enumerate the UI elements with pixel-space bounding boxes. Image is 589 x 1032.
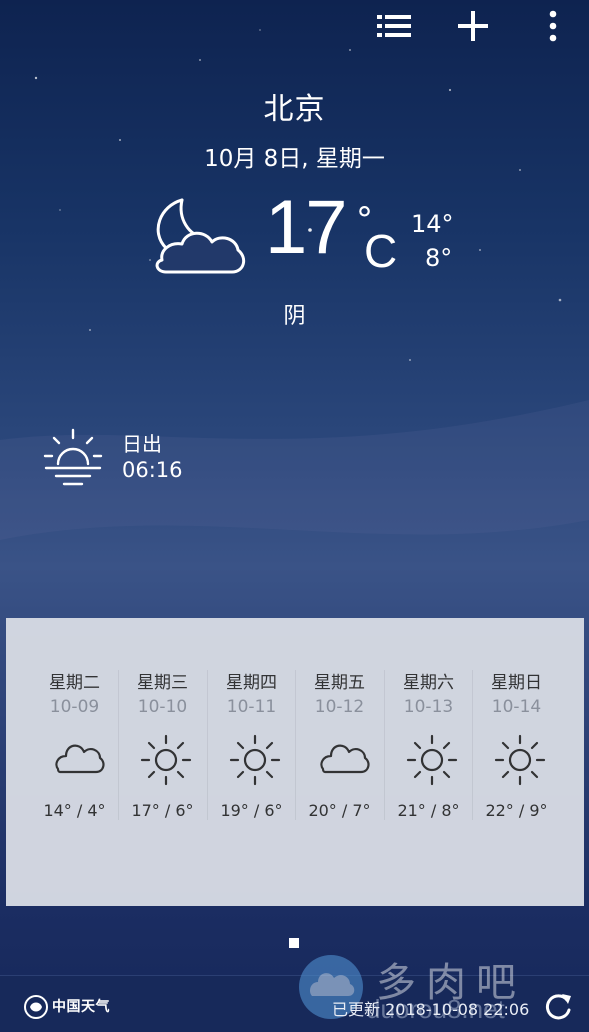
forecast-date: 10-10 xyxy=(137,697,188,717)
forecast-temps: 19° / 6° xyxy=(220,801,283,820)
weather-condition: 阴 xyxy=(283,304,306,329)
sun-icon xyxy=(406,734,458,786)
forecast-weekday: 星期六 xyxy=(403,673,454,693)
sun-icon xyxy=(494,734,546,786)
plus-icon[interactable] xyxy=(455,10,491,42)
forecast-day[interactable]: 星期三 10-10 17° / 6° xyxy=(118,618,207,906)
temperature-unit: C xyxy=(364,225,398,277)
cloud-icon xyxy=(320,744,370,774)
list-icon[interactable] xyxy=(376,10,412,42)
forecast-date: 10-09 xyxy=(49,697,100,717)
forecast-temps: 22° / 9° xyxy=(485,801,548,820)
forecast-date: 10-12 xyxy=(314,697,365,717)
sun-icon xyxy=(140,734,192,786)
sunrise-time: 06:16 xyxy=(122,458,183,482)
forecast-day[interactable]: 星期六 10-13 21° / 8° xyxy=(384,618,473,906)
today-high-temp: 14° xyxy=(411,210,454,238)
refresh-icon[interactable] xyxy=(540,990,574,1024)
forecast-day[interactable]: 星期四 10-11 19° / 6° xyxy=(207,618,296,906)
last-updated-text: 已更新 2018-10-08 22:06 xyxy=(332,1000,530,1019)
forecast-date: 10-14 xyxy=(491,697,542,717)
current-date: 10月 8日, 星期一 xyxy=(204,146,385,172)
china-weather-logo-text: 中国天气 xyxy=(52,999,110,1015)
forecast-date: 10-13 xyxy=(403,697,454,717)
forecast-weekday: 星期三 xyxy=(137,673,188,693)
forecast-weekday: 星期五 xyxy=(314,673,365,693)
sun-icon xyxy=(229,734,281,786)
city-name[interactable]: 北京 xyxy=(0,84,589,128)
top-action-bar xyxy=(0,0,589,52)
sunrise-label: 日出 xyxy=(122,432,162,456)
forecast-weekday: 星期二 xyxy=(49,673,100,693)
forecast-temps: 20° / 7° xyxy=(308,801,371,820)
current-temperature: 17 xyxy=(265,185,348,270)
sunrise-icon xyxy=(43,428,103,486)
cloud-icon xyxy=(55,744,105,774)
more-vert-icon[interactable] xyxy=(535,10,571,42)
forecast-weekday: 星期日 xyxy=(491,673,542,693)
forecast-date: 10-11 xyxy=(226,697,277,717)
forecast-temps: 14° / 4° xyxy=(43,801,106,820)
forecast-day[interactable]: 星期五 10-12 20° / 7° xyxy=(295,618,384,906)
today-low-temp: 8° xyxy=(425,244,453,272)
forecast-temps: 21° / 8° xyxy=(397,801,460,820)
forecast-day[interactable]: 星期二 10-09 14° / 4° xyxy=(30,618,119,906)
moon-cloud-icon xyxy=(155,198,246,274)
forecast-panel[interactable]: 星期二 10-09 14° / 4° 星期三 10-10 17° / 6° 星期… xyxy=(6,618,584,906)
forecast-temps: 17° / 6° xyxy=(131,801,194,820)
forecast-day[interactable]: 星期日 10-14 22° / 9° xyxy=(472,618,561,906)
page-indicator-dot[interactable] xyxy=(289,938,299,948)
forecast-weekday: 星期四 xyxy=(226,673,277,693)
